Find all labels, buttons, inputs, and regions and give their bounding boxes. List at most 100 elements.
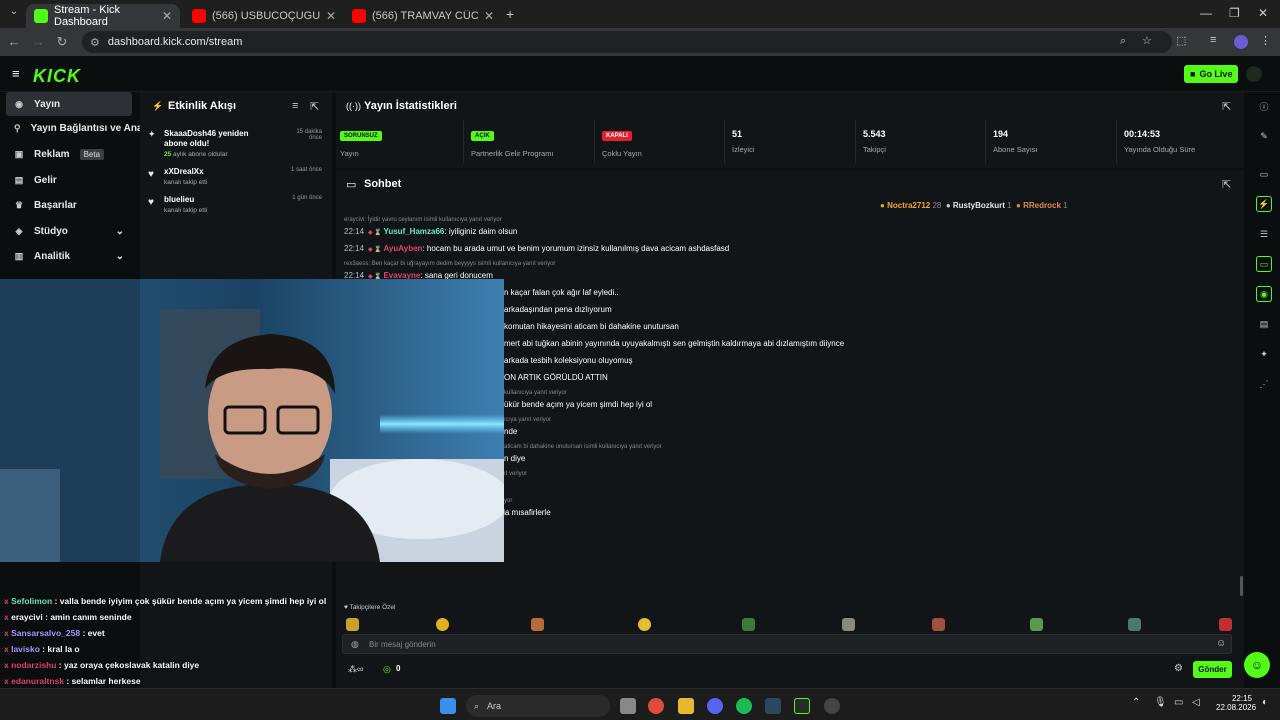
chat-username[interactable]: AyuAyben (383, 244, 422, 253)
chat-settings-icon[interactable]: ◍ (351, 639, 359, 650)
leader-name[interactable]: RustyBozkurt (953, 201, 1005, 210)
url-field[interactable]: ⚙ dashboard.kick.com/stream (82, 31, 1172, 53)
maximize-icon[interactable]: ❐ (1229, 6, 1240, 20)
chat-scrollbar[interactable] (1240, 576, 1243, 596)
edit-icon[interactable]: ✎ (1256, 128, 1272, 144)
emote-icon[interactable] (1030, 618, 1043, 631)
profile-avatar[interactable] (1234, 35, 1248, 49)
tray-chevron-icon[interactable]: ⌃ (1132, 697, 1140, 708)
discord-icon[interactable] (707, 698, 723, 714)
kick-studio-icon[interactable] (794, 698, 810, 714)
reply-context: ıt veriyor (504, 471, 528, 477)
sidebar-item-studyo[interactable]: ◈ Stüdyo ⌄ (6, 219, 132, 243)
reply-context: kullanıcıya yanıt veriyor (504, 390, 567, 396)
task-view-icon[interactable] (620, 698, 636, 714)
layout-icon[interactable]: ▭ (1256, 166, 1272, 182)
sidebar-item-reklam[interactable]: ▣ Reklam Beta (6, 142, 132, 166)
chat-message: n kaçar falan çok ağır laf eyledi.. (504, 288, 619, 297)
sidebar-item-stream-key[interactable]: ⚲ Yayın Bağlantısı ve Anahtar (6, 116, 161, 140)
popout-icon[interactable]: ⇱ (310, 100, 319, 113)
tab-youtube-2[interactable]: (566) TRAMVAY CÜCESİ - YouTu ✕ (344, 4, 502, 28)
tab-title: (566) TRAMVAY CÜCESİ - YouTu (372, 10, 478, 22)
file-explorer-icon[interactable] (678, 698, 694, 714)
stats-toggle-icon[interactable]: ◉ (1256, 286, 1272, 302)
emoji-icon[interactable]: ☺ (1216, 638, 1226, 649)
emote-icon[interactable] (1128, 618, 1141, 631)
emote-icon[interactable] (346, 618, 359, 631)
leader-name[interactable]: Noctra2712 (887, 201, 930, 210)
info-icon[interactable]: ⓘ (1256, 98, 1272, 114)
chat-message: ON ARTIK GÖRÜLDÜ ATTIN (504, 373, 608, 382)
user-avatar[interactable] (1246, 66, 1262, 82)
mic-icon[interactable]: 🎙 (1154, 697, 1167, 708)
go-live-button[interactable]: ■ Go Live (1184, 65, 1239, 83)
windows-start-icon[interactable] (440, 698, 456, 714)
sidebar-item-basarilar[interactable]: ♛ Başarılar (6, 193, 132, 217)
share-icon[interactable]: ⋰ (1256, 376, 1272, 392)
obs-icon[interactable] (824, 698, 840, 714)
tab-youtube-1[interactable]: (566) USBUCOÇUGU | Madara C ✕ (184, 4, 344, 28)
steam-icon[interactable] (765, 698, 781, 714)
send-button[interactable]: Gönder (1193, 661, 1232, 678)
stat-label: İzleyici (732, 145, 755, 154)
chat-username[interactable]: Yusuf_Hamza66 (383, 227, 444, 236)
sidebar-item-label: Stüdyo (34, 225, 68, 237)
notification-icon[interactable]: ◐ (1262, 697, 1268, 708)
close-window-icon[interactable]: ✕ (1258, 6, 1268, 20)
stack-icon[interactable]: ▤ (1256, 316, 1272, 332)
link-icon: ⚲ (14, 122, 21, 133)
volume-icon[interactable]: ◁ (1192, 697, 1200, 708)
back-icon[interactable]: ← (4, 34, 24, 49)
network-icon[interactable]: ▭ (1174, 697, 1183, 708)
emote-icon[interactable] (436, 618, 449, 631)
leader-name[interactable]: RRedrock (1023, 201, 1061, 210)
extensions-icon[interactable]: ⬚ (1176, 34, 1186, 47)
emote-icon[interactable] (842, 618, 855, 631)
overlay-chat-line: x Sefolimon : valla bende iyiyim çok şük… (4, 596, 326, 606)
popout-icon[interactable]: ⇱ (1222, 100, 1231, 113)
chat-toggle-icon[interactable]: ▭ (1256, 256, 1272, 272)
leader-count: 1 (1063, 201, 1068, 210)
list-icon[interactable]: ☰ (1256, 226, 1272, 242)
taskbar-search[interactable]: ⌕ Ara (466, 695, 610, 717)
tab-kick-dashboard[interactable]: Stream - Kick Dashboard ✕ (26, 4, 180, 28)
bookmark-star-icon[interactable]: ☆ (1142, 34, 1152, 47)
lightning-icon[interactable]: ⚡ (1256, 196, 1272, 212)
popout-icon[interactable]: ⇱ (1222, 178, 1231, 191)
beta-badge: Beta (79, 148, 105, 160)
minimize-icon[interactable]: — (1200, 6, 1212, 20)
hamburger-icon[interactable]: ≡ (12, 66, 20, 81)
sidebar-item-gelir[interactable]: ▤ Gelir (6, 168, 132, 192)
support-chat-icon[interactable]: ☺ (1244, 652, 1270, 678)
kick-logo[interactable]: KICK (33, 66, 81, 87)
close-tab-icon[interactable]: ✕ (162, 9, 172, 23)
chrome-icon[interactable] (648, 698, 664, 714)
emote-icon[interactable] (638, 618, 651, 631)
spotify-icon[interactable] (736, 698, 752, 714)
emote-icon[interactable] (742, 618, 755, 631)
chat-message: arkada tesbih koleksiyonu oluyomuş (504, 356, 633, 365)
close-tab-icon[interactable]: ✕ (484, 9, 494, 23)
chat-input[interactable]: Bir mesaj gönderin (342, 634, 1232, 654)
forward-icon[interactable]: → (28, 34, 48, 49)
filter-icon[interactable]: ≡ (292, 100, 298, 112)
wrench-icon[interactable]: ✦ (1256, 346, 1272, 362)
tab-search-icon[interactable]: ⌄ (6, 6, 22, 22)
kick-header: ≡ KICK ■ Go Live (0, 56, 1280, 92)
new-tab-icon[interactable]: + (506, 6, 514, 22)
close-tab-icon[interactable]: ✕ (326, 9, 336, 23)
emote-icon[interactable] (1219, 618, 1232, 631)
message-time: 22:14 (344, 227, 365, 236)
menu-icon[interactable]: ⋮ (1260, 34, 1271, 47)
gear-icon[interactable]: ⚙ (1174, 663, 1183, 674)
sidebar-item-analitik[interactable]: ▥ Analitik ⌄ (6, 244, 132, 268)
sidebar-item-yayin[interactable]: ◉ Yayın (6, 92, 132, 116)
emote-icon[interactable] (531, 618, 544, 631)
site-info-icon[interactable]: ⚙ (90, 36, 100, 49)
reload-icon[interactable]: ↻ (52, 34, 72, 50)
emote-icon[interactable] (932, 618, 945, 631)
clock[interactable]: 22:15 22.08.2026 (1216, 694, 1256, 712)
browser-tab-bar: ⌄ Stream - Kick Dashboard ✕ (566) USBUCO… (0, 0, 1280, 28)
media-icon[interactable]: ≡ (1210, 34, 1216, 46)
zoom-icon[interactable]: ⌕ (1120, 35, 1126, 48)
